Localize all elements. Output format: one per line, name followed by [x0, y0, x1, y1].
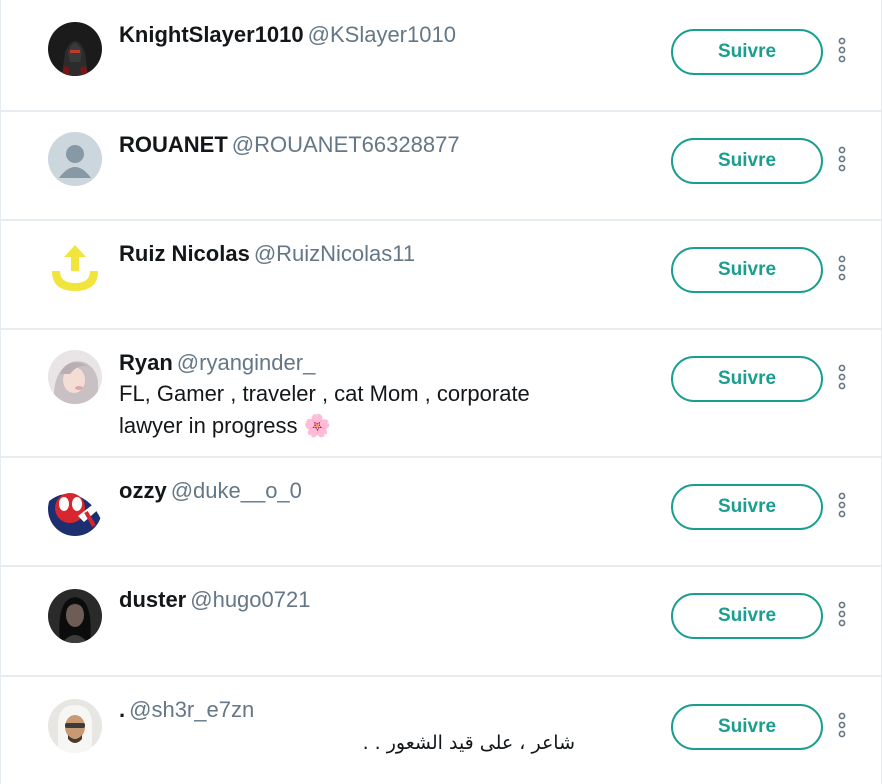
- user-bio-line: FL, Gamer , traveler , cat Mom , corpora…: [119, 381, 530, 406]
- user-namebar: ozzy @duke__o_0: [119, 478, 302, 504]
- man-photo-icon[interactable]: [48, 699, 102, 753]
- list-item[interactable]: ozzy @duke__o_0 Suivre: [1, 458, 881, 567]
- spider-character-icon[interactable]: [48, 482, 102, 536]
- more-options-button[interactable]: [831, 253, 853, 283]
- user-namebar: Ruiz Nicolas @RuizNicolas11: [119, 241, 415, 267]
- vertical-dots-icon: [838, 492, 846, 518]
- yellow-arrow-logo-icon[interactable]: [48, 241, 102, 295]
- user-handle[interactable]: @duke__o_0: [171, 478, 302, 503]
- user-display-name[interactable]: .: [119, 697, 125, 722]
- vertical-dots-icon: [838, 601, 846, 627]
- more-options-button[interactable]: [831, 362, 853, 392]
- list-item[interactable]: KnightSlayer1010 @KSlayer1010 Suivre: [1, 0, 881, 112]
- user-namebar: ROUANET @ROUANET66328877: [119, 132, 460, 158]
- user-display-name[interactable]: ozzy: [119, 478, 167, 503]
- user-display-name[interactable]: Ryan: [119, 350, 173, 375]
- vertical-dots-icon: [838, 364, 846, 390]
- more-options-button[interactable]: [831, 490, 853, 520]
- user-handle[interactable]: @RuizNicolas11: [254, 241, 415, 266]
- follow-button[interactable]: Suivre: [671, 704, 823, 750]
- user-handle[interactable]: @sh3r_e7zn: [129, 697, 254, 722]
- more-options-button[interactable]: [831, 144, 853, 174]
- follow-button[interactable]: Suivre: [671, 593, 823, 639]
- follow-button[interactable]: Suivre: [671, 29, 823, 75]
- user-namebar: . @sh3r_e7zn: [119, 697, 254, 723]
- user-display-name[interactable]: ROUANET: [119, 132, 228, 157]
- vertical-dots-icon: [838, 712, 846, 738]
- user-list: KnightSlayer1010 @KSlayer1010 Suivre ROUA…: [0, 0, 882, 784]
- user-namebar: duster @hugo0721: [119, 587, 310, 613]
- follow-button[interactable]: Suivre: [671, 247, 823, 293]
- dark-photo-icon[interactable]: [48, 589, 102, 643]
- user-handle[interactable]: @ROUANET66328877: [232, 132, 460, 157]
- user-bio: شاعر ، على قيد الشعور . .: [362, 732, 575, 754]
- list-item[interactable]: ROUANET @ROUANET66328877 Suivre: [1, 112, 881, 221]
- knight-avatar-icon[interactable]: [48, 22, 102, 76]
- default-profile-icon[interactable]: [48, 132, 102, 186]
- user-display-name[interactable]: Ruiz Nicolas: [119, 241, 250, 266]
- more-options-button[interactable]: [831, 710, 853, 740]
- user-namebar: Ryan @ryanginder_: [119, 350, 315, 376]
- list-item[interactable]: duster @hugo0721 Suivre: [1, 567, 881, 677]
- person-photo-icon[interactable]: [48, 350, 102, 404]
- list-item[interactable]: . @sh3r_e7zn شاعر ، على قيد الشعور . . Su…: [1, 677, 881, 784]
- more-options-button[interactable]: [831, 35, 853, 65]
- follow-button[interactable]: Suivre: [671, 484, 823, 530]
- vertical-dots-icon: [838, 146, 846, 172]
- user-display-name[interactable]: duster: [119, 587, 186, 612]
- list-item[interactable]: Ruiz Nicolas @RuizNicolas11 Suivre: [1, 221, 881, 330]
- vertical-dots-icon: [838, 255, 846, 281]
- user-namebar: KnightSlayer1010 @KSlayer1010: [119, 22, 456, 48]
- user-handle[interactable]: @KSlayer1010: [308, 22, 456, 47]
- user-bio-line: lawyer in progress 🌸: [119, 413, 332, 438]
- user-bio: FL, Gamer , traveler , cat Mom , corpora…: [119, 378, 589, 442]
- user-handle[interactable]: @ryanginder_: [177, 350, 316, 375]
- more-options-button[interactable]: [831, 599, 853, 629]
- user-display-name[interactable]: KnightSlayer1010: [119, 22, 304, 47]
- vertical-dots-icon: [838, 37, 846, 63]
- follow-button[interactable]: Suivre: [671, 138, 823, 184]
- user-handle[interactable]: @hugo0721: [190, 587, 310, 612]
- follow-button[interactable]: Suivre: [671, 356, 823, 402]
- list-item[interactable]: Ryan @ryanginder_ FL, Gamer , traveler , …: [1, 330, 881, 458]
